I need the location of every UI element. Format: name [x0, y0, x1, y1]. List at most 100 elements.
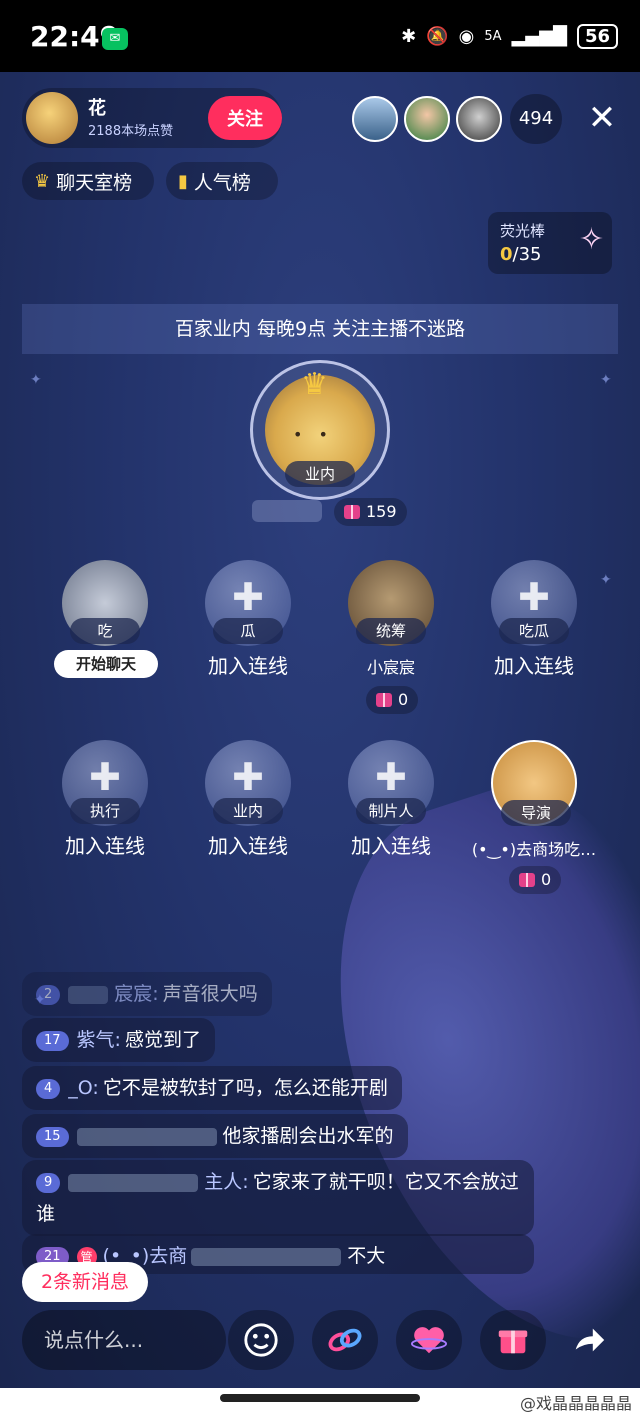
viewer-avatar[interactable]: [456, 96, 502, 142]
viewer-avatar[interactable]: [404, 96, 450, 142]
chat-message[interactable]: 9 主人: 它家来了就干呗！它又不会放过谁: [22, 1160, 534, 1236]
seat-2[interactable]: ✚ 瓜: [205, 560, 291, 646]
host-seat[interactable]: ♛ •• 业内: [250, 360, 390, 500]
seat-8[interactable]: 导演: [491, 740, 577, 826]
host-info[interactable]: 花 2188本场点赞 关注: [22, 88, 282, 148]
star-decoration: ✦: [600, 572, 612, 588]
seat-3[interactable]: 统筹: [348, 560, 434, 646]
hotspot-icon: ◉: [458, 26, 475, 47]
link-icon: [328, 1328, 362, 1352]
comment-input[interactable]: 说点什么...: [22, 1310, 226, 1370]
host-seat-name: [252, 500, 322, 522]
chat-text: 不大: [347, 1245, 386, 1267]
star-decoration: ✦: [600, 372, 612, 388]
level-badge: 4: [36, 1078, 61, 1099]
rank-icon: ♛: [34, 170, 51, 192]
chat-user-name: 主人:: [204, 1171, 249, 1193]
chat-user-name: _O:: [68, 1077, 99, 1099]
crown-icon: ♛: [301, 367, 328, 402]
share-button[interactable]: [556, 1310, 622, 1370]
level-badge: 17: [36, 1030, 69, 1051]
join-link-label[interactable]: 加入连线: [40, 830, 170, 859]
viewer-avatar[interactable]: [352, 96, 398, 142]
chat-message[interactable]: 4 _O: 它不是被软封了吗，怎么还能开剧: [22, 1066, 402, 1110]
host-like-count: 2188本场点赞: [88, 124, 174, 139]
host-seat-tag: 业内: [285, 461, 355, 487]
glow-stick-total: /35: [512, 244, 542, 265]
share-icon: [575, 1328, 605, 1352]
chat-message[interactable]: 15 他家播剧会出水军的: [22, 1114, 408, 1158]
host-gift-value: 159: [366, 502, 397, 521]
join-link-label[interactable]: 加入连线: [183, 650, 313, 679]
chat-text: 声音很大吗: [162, 983, 258, 1005]
glow-stick-count: 0/35: [500, 244, 542, 265]
host-gift-count: 159: [334, 498, 407, 526]
emoji-button[interactable]: [228, 1310, 294, 1370]
chat-rank-button[interactable]: ♛ 聊天室榜: [22, 162, 154, 200]
seat-5[interactable]: ✚ 执行: [62, 740, 148, 826]
glow-stick-card[interactable]: 荧光棒 0/35 ✧: [488, 212, 612, 274]
follow-button[interactable]: 关注: [208, 96, 282, 140]
blurred-name: [191, 1247, 342, 1266]
chat-message[interactable]: 17 紫气: 感觉到了: [22, 1018, 215, 1062]
gift-icon: [519, 873, 535, 887]
live-room: ✦ ✦ ✦ ✦ 花 2188本场点赞 关注 494 ✕ ♛ 聊天室榜 ▮ 人气榜…: [0, 72, 640, 1388]
start-chat-button[interactable]: 开始聊天: [54, 650, 158, 678]
seat-tag: 吃: [70, 618, 140, 644]
chat-rank-label: 聊天室榜: [56, 171, 133, 194]
signal-icon: ▂▄▆█: [511, 26, 567, 47]
new-messages-button[interactable]: 2条新消息: [22, 1262, 148, 1302]
seat-gift-count: 0: [509, 866, 562, 894]
link-button[interactable]: [312, 1310, 378, 1370]
seat-6[interactable]: ✚ 业内: [205, 740, 291, 826]
seat-7[interactable]: ✚ 制片人: [348, 740, 434, 826]
blurred-name: [68, 1173, 199, 1192]
join-link-label[interactable]: 加入连线: [326, 830, 456, 859]
join-link-label[interactable]: 加入连线: [469, 650, 599, 679]
network-label: 5A: [484, 29, 502, 44]
level-badge: 15: [36, 1126, 69, 1147]
level-badge: 2: [36, 984, 61, 1005]
blurred-name: [68, 985, 109, 1004]
popularity-rank-button[interactable]: ▮ 人气榜: [166, 162, 278, 200]
glow-stick-title: 荧光棒: [500, 222, 546, 240]
seat-tag: 制片人: [356, 798, 426, 824]
seat-tag: 业内: [213, 798, 283, 824]
host-avatar[interactable]: [26, 92, 78, 144]
seat-user-name: (•‿•)去商场吃…: [471, 840, 597, 859]
seat-1[interactable]: 吃: [62, 560, 148, 646]
seat-tag: 执行: [70, 798, 140, 824]
chat-message[interactable]: 2 宸宸: 声音很大吗: [22, 972, 272, 1016]
gift-icon: [376, 693, 392, 707]
bluetooth-icon: ✱: [401, 26, 417, 47]
chat-user-name: 紫气:: [76, 1029, 121, 1051]
host-name: 花: [88, 98, 106, 119]
blurred-name: [76, 1127, 217, 1146]
chat-user-name: 宸宸:: [114, 983, 159, 1005]
wechat-icon: ✉: [102, 28, 128, 50]
seat-gift-value: 0: [398, 690, 409, 709]
close-icon[interactable]: ✕: [582, 94, 622, 142]
viewer-count[interactable]: 494: [510, 94, 562, 144]
heart-button[interactable]: [396, 1310, 462, 1370]
level-badge: 9: [36, 1172, 61, 1193]
seat-gift-value: 0: [541, 870, 552, 889]
gift-button[interactable]: [480, 1310, 546, 1370]
gift-icon: [344, 505, 360, 519]
seat-user-name: 小宸宸: [366, 658, 415, 677]
join-link-label[interactable]: 加入连线: [183, 830, 313, 859]
watermark: @戏晶晶晶晶晶: [519, 1394, 632, 1413]
host-seat-face: ••: [293, 425, 344, 444]
heart-icon: [410, 1327, 448, 1354]
status-icons: ✱ 🔕 ◉ 5A ▂▄▆█ 56: [401, 24, 618, 49]
chat-text: 他家播剧会出水军的: [222, 1125, 394, 1147]
room-banner: 百家业内 每晚9点 关注主播不迷路: [22, 304, 618, 354]
mute-icon: 🔕: [426, 26, 449, 47]
popularity-rank-label: 人气榜: [193, 171, 251, 194]
chat-text: 感觉到了: [124, 1029, 201, 1051]
seat-tag: 统筹: [356, 618, 426, 644]
seat-tag: 导演: [501, 800, 571, 826]
seat-4[interactable]: ✚ 吃瓜: [491, 560, 577, 646]
home-indicator[interactable]: [220, 1394, 420, 1402]
battery-level: 56: [576, 24, 618, 49]
